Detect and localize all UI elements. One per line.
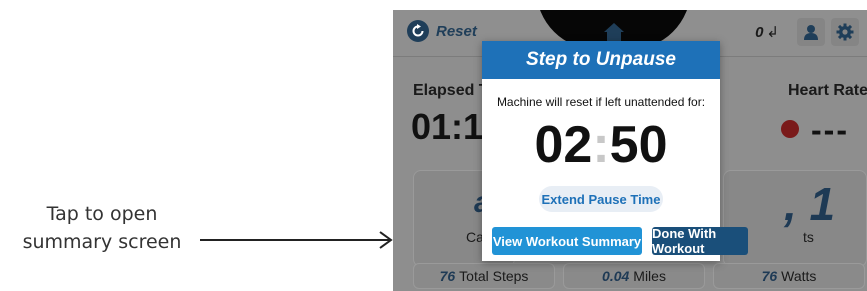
done-workout-button[interactable]: Done With Workout <box>652 226 748 256</box>
points-label: ts <box>803 229 814 245</box>
home-icon <box>603 23 624 41</box>
heart-icon <box>781 120 799 138</box>
reset-label: Reset <box>436 22 477 40</box>
miles-metric: 0.04 Miles <box>563 263 705 289</box>
pause-modal: Step to Unpause Machine will reset if le… <box>482 41 748 261</box>
watts-metric: 76 Watts <box>713 263 865 289</box>
reset-button[interactable]: Reset <box>407 20 477 42</box>
heart-rate-label: Heart Rate <box>788 82 867 99</box>
gear-icon <box>836 23 854 41</box>
elapsed-time-value: 01:1 <box>411 106 484 147</box>
step-counter: 0 <box>755 23 764 41</box>
reset-icon <box>407 20 429 42</box>
watts-value: 76 <box>761 268 778 284</box>
user-icon <box>804 25 818 40</box>
step-icon: ↲ <box>766 24 779 41</box>
arrow-right-icon <box>200 231 393 249</box>
elapsed-time-label: Elapsed Ti <box>413 82 493 99</box>
points-value: , 1 <box>784 178 836 230</box>
miles-label: Miles <box>633 268 666 284</box>
total-steps-metric: 76 Total Steps <box>413 263 555 289</box>
total-steps-value: 76 <box>439 268 456 284</box>
countdown-timer: 02:50 <box>482 119 720 171</box>
settings-button[interactable] <box>831 18 859 46</box>
modal-title: Step to Unpause <box>482 41 720 79</box>
extend-pause-button[interactable]: Extend Pause Time <box>539 186 663 212</box>
countdown-minutes: 02 <box>534 116 593 174</box>
modal-message: Machine will reset if left unattended fo… <box>496 95 706 109</box>
countdown-seconds: 50 <box>609 116 668 174</box>
user-button[interactable] <box>797 18 825 46</box>
annotation-line-2: summary screen <box>22 231 182 253</box>
view-summary-button[interactable]: View Workout Summary <box>492 227 642 255</box>
watts-label: Watts <box>781 268 817 284</box>
miles-value: 0.04 <box>602 268 630 284</box>
countdown-separator: : <box>592 116 610 174</box>
total-steps-label: Total Steps <box>459 268 529 284</box>
annotation-line-1: Tap to open <box>46 203 158 225</box>
heart-rate-value: --- <box>811 112 849 148</box>
